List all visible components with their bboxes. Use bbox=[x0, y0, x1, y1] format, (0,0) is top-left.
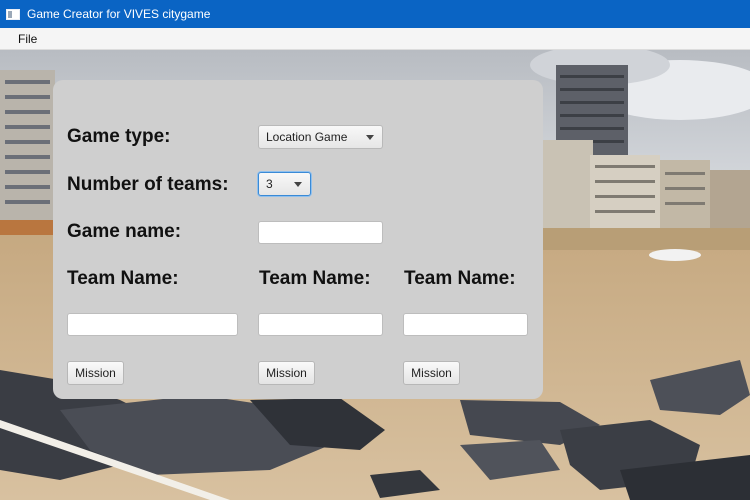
number-of-teams-dropdown[interactable]: 3 bbox=[258, 172, 311, 196]
game-form-panel: Game type: Location Game Number of teams… bbox=[53, 80, 543, 399]
game-type-dropdown[interactable]: Location Game bbox=[258, 125, 383, 149]
game-name-label: Game name: bbox=[67, 221, 182, 242]
number-of-teams-selected-value: 3 bbox=[266, 177, 273, 191]
team-3-name-label: Team Name: bbox=[404, 268, 516, 289]
app-window-icon bbox=[6, 8, 20, 20]
team-2-mission-button[interactable]: Mission bbox=[258, 361, 315, 385]
team-1-name-label: Team Name: bbox=[67, 268, 179, 289]
team-3-mission-button[interactable]: Mission bbox=[403, 361, 460, 385]
window-title: Game Creator for VIVES citygame bbox=[27, 7, 211, 21]
window-title-bar[interactable]: Game Creator for VIVES citygame bbox=[0, 0, 750, 28]
number-of-teams-label: Number of teams: bbox=[67, 174, 229, 195]
team-3-name-input[interactable] bbox=[403, 313, 528, 336]
game-name-input[interactable] bbox=[258, 221, 383, 244]
chevron-down-icon bbox=[366, 135, 374, 140]
game-type-label: Game type: bbox=[67, 126, 171, 147]
team-2-name-label: Team Name: bbox=[259, 268, 371, 289]
team-1-mission-button[interactable]: Mission bbox=[67, 361, 124, 385]
game-type-selected-value: Location Game bbox=[266, 130, 348, 144]
team-2-name-input[interactable] bbox=[258, 313, 383, 336]
menu-file[interactable]: File bbox=[0, 32, 47, 46]
chevron-down-icon bbox=[294, 182, 302, 187]
menu-bar: File bbox=[0, 28, 750, 50]
team-1-name-input[interactable] bbox=[67, 313, 238, 336]
